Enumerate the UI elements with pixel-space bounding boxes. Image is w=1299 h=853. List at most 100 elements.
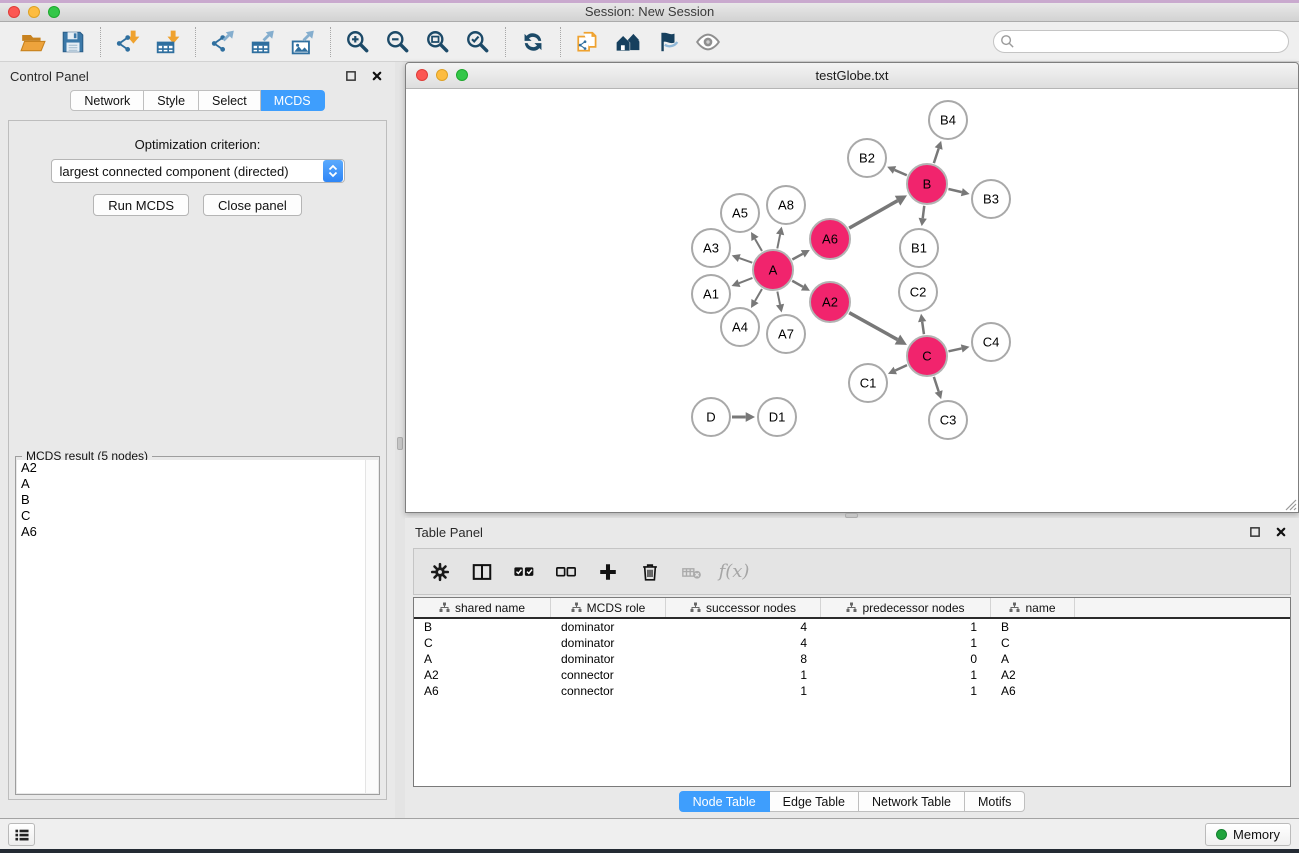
- cell-predecessor-nodes[interactable]: 1: [821, 635, 991, 651]
- close-panel-action-button[interactable]: Close panel: [203, 194, 302, 216]
- run-mcds-button[interactable]: Run MCDS: [93, 194, 189, 216]
- network-canvas[interactable]: AA1A2A3A4A5A6A7A8BB1B2B3B4CC1C2C3C4DD1: [406, 89, 1298, 512]
- cell-name[interactable]: A: [991, 651, 1075, 667]
- resize-grip-icon[interactable]: [1284, 498, 1297, 511]
- result-item[interactable]: A2: [17, 460, 378, 476]
- edge-B-B1[interactable]: [923, 206, 925, 218]
- duplicate-network-button[interactable]: [571, 26, 605, 58]
- table-row[interactable]: Bdominator41B: [414, 619, 1290, 635]
- flag-button[interactable]: [651, 26, 685, 58]
- columns-button[interactable]: [466, 557, 498, 587]
- cell-MCDS-role[interactable]: dominator: [551, 651, 666, 667]
- memory-button[interactable]: Memory: [1205, 823, 1291, 846]
- optimization-criterion-select[interactable]: largest connected component (directed): [51, 159, 345, 183]
- cell-successor-nodes[interactable]: 1: [666, 667, 821, 683]
- import-network-button[interactable]: [111, 26, 145, 58]
- column-header-name[interactable]: name: [991, 598, 1075, 617]
- edge-A-A1[interactable]: [739, 278, 753, 283]
- edge-A6-B[interactable]: [849, 201, 897, 228]
- edge-A-A2[interactable]: [792, 281, 803, 287]
- cell-MCDS-role[interactable]: dominator: [551, 619, 666, 635]
- table-row[interactable]: Cdominator41C: [414, 635, 1290, 651]
- cell-shared-name[interactable]: A: [414, 651, 551, 667]
- network-window-titlebar[interactable]: testGlobe.txt: [406, 63, 1298, 89]
- result-item[interactable]: A: [17, 476, 378, 492]
- column-header-successor-nodes[interactable]: successor nodes: [666, 598, 821, 617]
- column-header-predecessor-nodes[interactable]: predecessor nodes: [821, 598, 991, 617]
- cell-name[interactable]: A2: [991, 667, 1075, 683]
- cell-shared-name[interactable]: A6: [414, 683, 551, 699]
- result-scrollbar[interactable]: [365, 460, 378, 793]
- settings-button[interactable]: [424, 557, 456, 587]
- cell-name[interactable]: C: [991, 635, 1075, 651]
- save-session-button[interactable]: [56, 26, 90, 58]
- edge-C-C1[interactable]: [895, 365, 907, 370]
- tab-style[interactable]: Style: [144, 90, 199, 111]
- table-row[interactable]: A6connector11A6: [414, 683, 1290, 699]
- tab-select[interactable]: Select: [199, 90, 261, 111]
- table-close-button[interactable]: [1273, 524, 1289, 540]
- cell-successor-nodes[interactable]: 4: [666, 635, 821, 651]
- cell-MCDS-role[interactable]: connector: [551, 683, 666, 699]
- export-image-button[interactable]: [286, 26, 320, 58]
- zoom-selected-button[interactable]: [461, 26, 495, 58]
- edge-B-B4[interactable]: [934, 149, 939, 164]
- table-row[interactable]: Adominator80A: [414, 651, 1290, 667]
- float-panel-button[interactable]: [343, 68, 359, 84]
- edge-A-A7[interactable]: [777, 292, 780, 305]
- zoom-fit-button[interactable]: [421, 26, 455, 58]
- tab-network[interactable]: Network: [70, 90, 144, 111]
- result-item[interactable]: A6: [17, 524, 378, 540]
- result-item[interactable]: C: [17, 508, 378, 524]
- cell-predecessor-nodes[interactable]: 1: [821, 667, 991, 683]
- table-float-button[interactable]: [1247, 524, 1263, 540]
- cell-predecessor-nodes[interactable]: 0: [821, 651, 991, 667]
- task-history-button[interactable]: [8, 823, 35, 846]
- cell-predecessor-nodes[interactable]: 1: [821, 683, 991, 699]
- edge-A2-C[interactable]: [849, 313, 897, 340]
- cell-MCDS-role[interactable]: dominator: [551, 635, 666, 651]
- edge-A-A6[interactable]: [792, 254, 802, 260]
- cell-name[interactable]: A6: [991, 683, 1075, 699]
- tab-edge-table[interactable]: Edge Table: [770, 791, 859, 812]
- edge-A-A5[interactable]: [755, 239, 762, 251]
- cell-successor-nodes[interactable]: 8: [666, 651, 821, 667]
- export-network-button[interactable]: [206, 26, 240, 58]
- zoom-out-button[interactable]: [381, 26, 415, 58]
- tab-mcds[interactable]: MCDS: [261, 90, 325, 111]
- edge-B-B3[interactable]: [948, 189, 961, 192]
- edge-C-C3[interactable]: [934, 377, 939, 392]
- splitter-grip[interactable]: [397, 437, 403, 450]
- column-header-shared-name[interactable]: shared name: [414, 598, 551, 617]
- edge-A-A4[interactable]: [755, 289, 762, 301]
- panel-splitter[interactable]: [395, 62, 405, 818]
- edge-B-B2[interactable]: [895, 170, 907, 175]
- cell-shared-name[interactable]: A2: [414, 667, 551, 683]
- cell-name[interactable]: B: [991, 619, 1075, 635]
- tab-node-table[interactable]: Node Table: [679, 791, 770, 812]
- deselect-all-button[interactable]: [550, 557, 582, 587]
- edge-C-C2[interactable]: [922, 322, 924, 335]
- cell-successor-nodes[interactable]: 4: [666, 619, 821, 635]
- import-table-button[interactable]: [151, 26, 185, 58]
- home-button[interactable]: [611, 26, 645, 58]
- search-input[interactable]: [993, 30, 1289, 53]
- refresh-button[interactable]: [516, 26, 550, 58]
- open-session-button[interactable]: [16, 26, 50, 58]
- result-item[interactable]: B: [17, 492, 378, 508]
- table-row[interactable]: A2connector11A2: [414, 667, 1290, 683]
- column-header-MCDS-role[interactable]: MCDS role: [551, 598, 666, 617]
- eye-button[interactable]: [691, 26, 725, 58]
- export-table-button[interactable]: [246, 26, 280, 58]
- edge-A-A8[interactable]: [777, 234, 780, 248]
- cell-predecessor-nodes[interactable]: 1: [821, 619, 991, 635]
- close-panel-button[interactable]: [369, 68, 385, 84]
- delete-row-button[interactable]: [634, 557, 666, 587]
- edge-C-C4[interactable]: [948, 348, 961, 351]
- add-row-button[interactable]: [592, 557, 624, 587]
- select-all-button[interactable]: [508, 557, 540, 587]
- cell-MCDS-role[interactable]: connector: [551, 667, 666, 683]
- tab-motifs[interactable]: Motifs: [965, 791, 1025, 812]
- cell-shared-name[interactable]: C: [414, 635, 551, 651]
- cell-successor-nodes[interactable]: 1: [666, 683, 821, 699]
